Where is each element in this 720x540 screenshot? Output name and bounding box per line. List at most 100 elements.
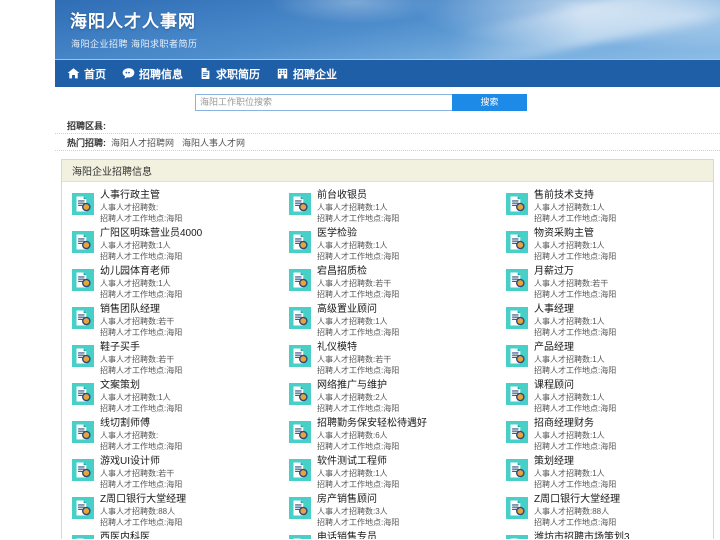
job-item[interactable]: 广阳区明珠营业员4000 人事人才招聘数:1人 招聘人才工作地点:海阳 xyxy=(72,226,279,264)
job-location: 招聘人才工作地点:海阳 xyxy=(533,252,617,261)
job-title[interactable]: Z周口银行大堂经理 xyxy=(100,493,279,506)
job-item[interactable]: 产品经理 人事人才招聘数:1人 招聘人才工作地点:海阳 xyxy=(505,340,713,378)
job-location: 招聘人才工作地点:海阳 xyxy=(533,290,617,299)
job-item[interactable]: 招商经理财务 人事人才招聘数:1人 招聘人才工作地点:海阳 xyxy=(505,416,713,454)
job-item[interactable]: 策划经理 人事人才招聘数:1人 招聘人才工作地点:海阳 xyxy=(505,454,713,492)
job-item[interactable]: 前台收银员 人事人才招聘数:1人 招聘人才工作地点:海阳 xyxy=(288,188,496,226)
job-item[interactable]: 游戏UI设计师 人事人才招聘数:若干 招聘人才工作地点:海阳 xyxy=(72,454,279,492)
nav-item-companies[interactable]: 招聘企业 xyxy=(270,60,347,88)
job-title[interactable]: 产品经理 xyxy=(534,341,713,354)
job-item[interactable]: 课程顾问 人事人才招聘数:1人 招聘人才工作地点:海阳 xyxy=(505,378,713,416)
job-item[interactable]: 线切割师傅 人事人才招聘数: 招聘人才工作地点:海阳 xyxy=(72,416,279,454)
job-listing-icon xyxy=(505,383,528,405)
job-item[interactable]: 网络推广与维护 人事人才招聘数:2人 招聘人才工作地点:海阳 xyxy=(288,378,496,416)
job-title[interactable]: 人事经理 xyxy=(534,303,713,316)
nav-item-recruitment-info[interactable]: 招聘信息 xyxy=(116,60,193,88)
job-title[interactable]: Z周口银行大堂经理 xyxy=(534,493,713,506)
site-banner: 海阳人才人事网 海阳企业招聘 海阳求职者简历 xyxy=(55,0,720,59)
region-filter-row: 招聘区县: xyxy=(55,117,720,134)
job-headcount: 人事人才招聘数:1人 xyxy=(533,393,605,402)
main-navigation: 首页 招聘信息 求职简历 招聘企业 xyxy=(55,59,720,87)
job-item[interactable]: 房产销售顾问 人事人才招聘数:3人 招聘人才工作地点:海阳 xyxy=(288,492,496,530)
job-body: 物资采购主管 人事人才招聘数:1人招聘人才工作地点:海阳 xyxy=(534,226,713,262)
job-title[interactable]: 广阳区明珠营业员4000 xyxy=(100,227,279,240)
job-item[interactable]: 招聘勤务保安轻松待遇好 人事人才招聘数:6人 招聘人才工作地点:海阳 xyxy=(288,416,496,454)
job-title[interactable]: 物资采购主管 xyxy=(534,227,713,240)
job-title[interactable]: 月薪过万 xyxy=(534,265,713,278)
job-item[interactable]: 礼仪模特 人事人才招聘数:若干 招聘人才工作地点:海阳 xyxy=(288,340,496,378)
job-title[interactable]: 招聘勤务保安轻松待遇好 xyxy=(317,417,496,430)
job-title[interactable]: 招商经理财务 xyxy=(534,417,713,430)
job-listing-icon xyxy=(505,345,528,367)
job-headcount: 人事人才招聘数:1人 xyxy=(100,279,171,288)
job-column-1: 人事行政主管 人事人才招聘数: 招聘人才工作地点:海阳 广阳区明珠营业员4000 人事人… xyxy=(62,188,279,539)
job-title[interactable]: 鞋子买手 xyxy=(100,341,279,354)
job-body: 销售团队经理 人事人才招聘数:若干 招聘人才工作地点:海阳 xyxy=(100,302,279,338)
job-title[interactable]: 线切割师傅 xyxy=(100,417,279,430)
job-item[interactable]: 宕昌招质检 人事人才招聘数:若干 招聘人才工作地点:海阳 xyxy=(288,264,496,302)
job-item[interactable]: Z周口银行大堂经理 人事人才招聘数:88人 招聘人才工作地点:海阳 xyxy=(72,492,279,530)
job-headcount: 人事人才招聘数:1人 xyxy=(316,317,388,326)
job-item[interactable]: 售前技术支持 人事人才招聘数:1人 招聘人才工作地点:海阳 xyxy=(505,188,713,226)
job-title[interactable]: 医学检验 xyxy=(317,227,496,240)
job-item[interactable]: Z周口银行大堂经理 人事人才招聘数:88人 招聘人才工作地点:海阳 xyxy=(505,492,713,530)
job-title[interactable]: 人事行政主管 xyxy=(100,189,279,202)
left-gutter xyxy=(0,0,55,540)
search-input[interactable] xyxy=(195,93,452,111)
job-item[interactable]: 高级置业顾问 人事人才招聘数:1人 招聘人才工作地点:海阳 xyxy=(288,302,496,340)
job-title[interactable]: 高级置业顾问 xyxy=(317,303,496,316)
job-item[interactable]: 医学检验 人事人才招聘数:1人 招聘人才工作地点:海阳 xyxy=(288,226,496,264)
job-item[interactable]: 软件测试工程师 人事人才招聘数:1人 招聘人才工作地点:海阳 xyxy=(288,454,496,492)
job-title[interactable]: 课程顾问 xyxy=(534,379,713,392)
job-title[interactable]: 礼仪模特 xyxy=(317,341,496,354)
nav-item-resumes[interactable]: 求职简历 xyxy=(193,60,270,88)
job-title[interactable]: 前台收银员 xyxy=(317,189,496,202)
job-item[interactable]: 潍坊市招聘市场策划3人事人才招聘数:5人招聘人才工作地点:海阳 xyxy=(505,530,713,539)
job-title[interactable]: 软件测试工程师 xyxy=(317,455,496,468)
hot-link-2[interactable]: 海阳人事人才网 xyxy=(182,136,245,149)
job-title[interactable]: 售前技术支持 xyxy=(534,189,713,202)
job-title[interactable]: 游戏UI设计师 xyxy=(100,455,279,468)
job-title[interactable]: 网络推广与维护 xyxy=(317,379,496,392)
job-title[interactable]: 潍坊市招聘市场策划3 xyxy=(534,531,713,539)
job-item[interactable]: 鞋子买手 人事人才招聘数:若干 招聘人才工作地点:海阳 xyxy=(72,340,279,378)
hot-link-1[interactable]: 海阳人才招聘网 xyxy=(111,136,174,149)
job-body: 电话销售专员人事人才招聘数:1人招聘人才工作地点:海阳 xyxy=(317,530,496,539)
job-item[interactable]: 物资采购主管 人事人才招聘数:1人招聘人才工作地点:海阳 xyxy=(505,226,713,264)
job-listing-icon xyxy=(72,269,94,291)
job-listing-icon xyxy=(505,497,528,519)
job-title[interactable]: 西医内科医 xyxy=(100,531,279,539)
job-headcount: 人事人才招聘数:若干 xyxy=(100,469,175,478)
job-item[interactable]: 文案策划 人事人才招聘数:1人 招聘人才工作地点:海阳 xyxy=(72,378,279,416)
job-title[interactable]: 电话销售专员 xyxy=(317,531,496,539)
job-location: 招聘人才工作地点:海阳 xyxy=(533,328,617,337)
nav-label-resumes: 求职简历 xyxy=(216,68,260,81)
job-title[interactable]: 文案策划 xyxy=(100,379,279,392)
job-body: 潍坊市招聘市场策划3人事人才招聘数:5人招聘人才工作地点:海阳 xyxy=(534,530,713,539)
job-body: 前台收银员 人事人才招聘数:1人 招聘人才工作地点:海阳 xyxy=(317,188,496,224)
job-title[interactable]: 销售团队经理 xyxy=(100,303,279,316)
job-location: 招聘人才工作地点:海阳 xyxy=(316,366,400,375)
nav-item-home[interactable]: 首页 xyxy=(61,60,116,88)
job-headcount: 人事人才招聘数:若干 xyxy=(533,279,609,288)
job-body: 宕昌招质检 人事人才招聘数:若干 招聘人才工作地点:海阳 xyxy=(317,264,496,300)
job-title[interactable]: 宕昌招质检 xyxy=(317,265,496,278)
job-headcount: 人事人才招聘数:1人 xyxy=(533,241,605,250)
job-listing-icon xyxy=(288,535,311,539)
job-title[interactable]: 幼儿园体育老师 xyxy=(100,265,279,278)
job-item[interactable]: 销售团队经理 人事人才招聘数:若干 招聘人才工作地点:海阳 xyxy=(72,302,279,340)
document-icon xyxy=(199,67,212,80)
job-item[interactable]: 人事经理 人事人才招聘数:1人 招聘人才工作地点:海阳 xyxy=(505,302,713,340)
job-item[interactable]: 人事行政主管 人事人才招聘数: 招聘人才工作地点:海阳 xyxy=(72,188,279,226)
job-title[interactable]: 策划经理 xyxy=(534,455,713,468)
job-item[interactable]: 电话销售专员人事人才招聘数:1人招聘人才工作地点:海阳 xyxy=(288,530,496,539)
job-location: 招聘人才工作地点:海阳 xyxy=(533,214,617,223)
search-button[interactable]: 搜索 xyxy=(452,93,527,111)
job-item[interactable]: 幼儿园体育老师 人事人才招聘数:1人 招聘人才工作地点:海阳 xyxy=(72,264,279,302)
job-item[interactable]: 西医内科医人事人才招聘数:1人招聘人才工作地点:海阳 xyxy=(72,530,279,539)
job-listing-icon xyxy=(505,231,528,253)
job-location: 招聘人才工作地点:海阳 xyxy=(100,518,183,527)
job-title[interactable]: 房产销售顾问 xyxy=(317,493,496,506)
job-item[interactable]: 月薪过万 人事人才招聘数:若干 招聘人才工作地点:海阳 xyxy=(505,264,713,302)
job-location: 招聘人才工作地点:海阳 xyxy=(316,518,400,527)
